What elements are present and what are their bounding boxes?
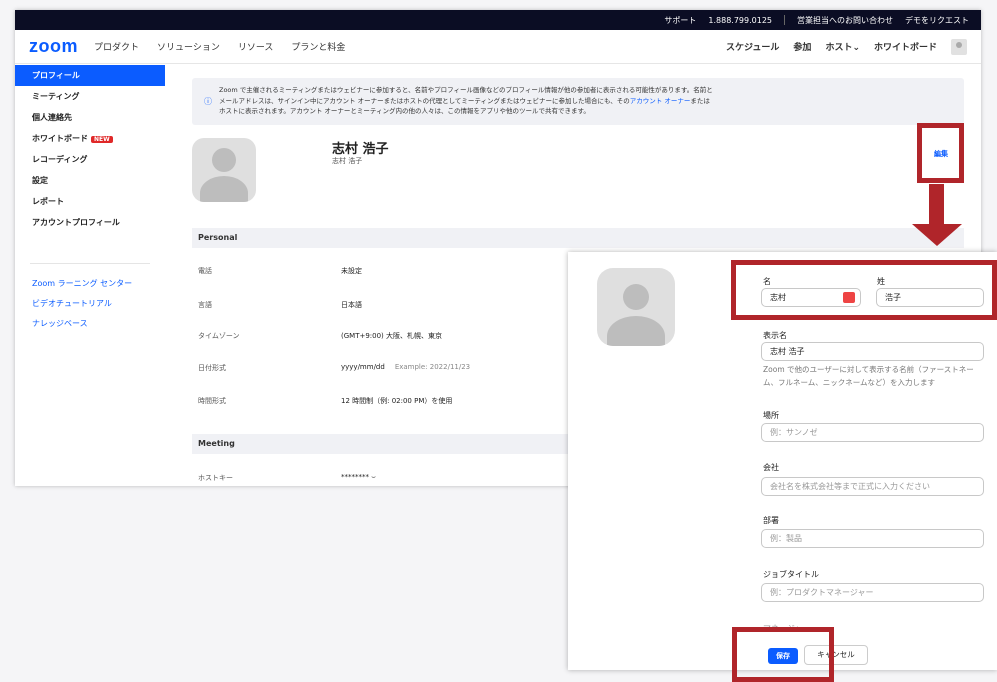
sidebar-item-meetings[interactable]: ミーティング	[15, 86, 165, 107]
row-value: yyyy/mm/dd Example: 2022/11/23	[341, 363, 470, 371]
row-value: 未設定	[341, 267, 362, 275]
nav-resources[interactable]: リソース	[238, 40, 274, 53]
nav-solutions[interactable]: ソリューション	[157, 40, 220, 53]
sidebar-item-reports[interactable]: レポート	[15, 191, 165, 212]
location-label: 場所	[763, 411, 779, 420]
info-icon: ⓘ	[204, 97, 212, 106]
row-label: タイムゾーン	[198, 332, 240, 340]
sidebar-item-label: ホワイトボード	[32, 134, 88, 143]
company-input[interactable]: 会社名を株式会社等まで正式に入力ください	[761, 477, 984, 496]
nav-join[interactable]: 参加	[793, 40, 811, 53]
name-fields-highlight-box	[731, 260, 997, 320]
notice-line: メールアドレスは、サインイン中にアカウント オーナーまたはホストの代理としてミー…	[219, 96, 954, 107]
notice-text: メールアドレスは、サインイン中にアカウント オーナーまたはホストの代理としてミー…	[219, 96, 630, 105]
nav-pricing[interactable]: プランと料金	[291, 40, 345, 53]
sidebar: プロフィール ミーティング 個人連絡先 ホワイトボード NEW レコーディング 設…	[15, 65, 165, 486]
display-name-input[interactable]: 志村 浩子	[761, 342, 984, 361]
user-avatar-icon[interactable]	[951, 38, 967, 55]
profile-avatar[interactable]	[192, 138, 256, 202]
new-badge: NEW	[91, 136, 113, 143]
privacy-notice: ⓘ Zoom で主催されるミーティングまたはウェビナーに参加すると、名前やプロフ…	[192, 78, 964, 125]
nav-host[interactable]: ホスト⌄	[825, 40, 860, 53]
profile-display-name: 志村 浩子	[332, 157, 363, 165]
department-label: 部署	[763, 516, 779, 525]
notice-line: Zoom で主催されるミーティングまたはウェビナーに参加すると、名前やプロフィー…	[219, 86, 713, 94]
profile-name: 志村 浩子	[332, 142, 389, 157]
display-name-help: Zoom で他のユーザーに対して表示する名前（ファーストネーム、フルネーム、ニッ…	[763, 365, 974, 387]
row-label: 電話	[198, 267, 212, 275]
sidebar-item-profile[interactable]: プロフィール	[15, 65, 165, 86]
edit-highlight-box	[917, 123, 964, 183]
divider	[30, 263, 150, 264]
row-value: (GMT+9:00) 大阪、札幌、東京	[341, 332, 443, 340]
divider	[784, 15, 785, 25]
knowledge-base-link[interactable]: ナレッジベース	[15, 314, 165, 334]
notice-line: ホストに表示されます。アカウント オーナーとミーティング内の他の人々は、この情報…	[219, 107, 590, 115]
host-key-value[interactable]: ******** ⌣	[341, 473, 376, 482]
sidebar-item-settings[interactable]: 設定	[15, 170, 165, 191]
department-input[interactable]: 例：製品	[761, 529, 984, 548]
nav-schedule[interactable]: スケジュール	[726, 40, 779, 53]
personal-section-header: Personal	[192, 228, 964, 248]
profile-main: ⓘ Zoom で主催されるミーティングまたはウェビナーに参加すると、名前やプロフ…	[192, 78, 964, 225]
avatar-body-shape	[200, 176, 248, 202]
sidebar-item-whiteboards[interactable]: ホワイトボード NEW	[15, 128, 165, 149]
avatar-head-shape	[623, 284, 649, 310]
job-title-label: ジョブタイトル	[763, 570, 819, 579]
company-label: 会社	[763, 463, 779, 472]
sidebar-item-contacts[interactable]: 個人連絡先	[15, 107, 165, 128]
row-value: 12 時間制（例: 02:00 PM）を使用	[341, 397, 453, 405]
notice-text: または	[690, 96, 710, 105]
top-utility-bar: サポート 1.888.799.0125 営業担当へのお問い合わせ デモをリクエス…	[15, 10, 981, 30]
sidebar-item-account-profile[interactable]: アカウントプロフィール	[15, 212, 165, 233]
nav-right-group: スケジュール 参加 ホスト⌄ ホワイトボード	[726, 38, 967, 55]
support-link[interactable]: サポート	[664, 15, 696, 26]
phone-number[interactable]: 1.888.799.0125	[708, 16, 772, 25]
avatar-body-shape	[607, 316, 665, 346]
contact-sales-link[interactable]: 営業担当へのお問い合わせ	[797, 15, 893, 26]
video-tutorials-link[interactable]: ビデオチュートリアル	[15, 294, 165, 314]
nav-whiteboard[interactable]: ホワイトボード	[874, 40, 937, 53]
row-value: 日本語	[341, 301, 362, 309]
save-highlight-box	[732, 627, 834, 682]
request-demo-link[interactable]: デモをリクエスト	[905, 15, 969, 26]
main-navbar: zoom プロダクト ソリューション リソース プランと料金 スケジュール 参加…	[15, 30, 981, 64]
job-title-input[interactable]: 例：プロダクトマネージャー	[761, 583, 984, 602]
location-input[interactable]: 例：サンノゼ	[761, 423, 984, 442]
sidebar-item-recordings[interactable]: レコーディング	[15, 149, 165, 170]
date-format-example: Example: 2022/11/23	[394, 363, 471, 371]
nav-products[interactable]: プロダクト	[94, 40, 139, 53]
row-label: 言語	[198, 301, 212, 309]
profile-header: 志村 浩子 志村 浩子 編集	[192, 125, 964, 225]
avatar-head-shape	[212, 148, 236, 172]
form-avatar[interactable]	[597, 268, 675, 346]
down-arrow-icon	[912, 224, 962, 246]
row-label: 日付形式	[198, 364, 226, 372]
display-name-label: 表示名	[763, 331, 787, 340]
arrow-shaft	[929, 184, 944, 224]
zoom-logo[interactable]: zoom	[29, 36, 78, 57]
date-format-value: yyyy/mm/dd	[341, 363, 385, 371]
learning-center-link[interactable]: Zoom ラーニング センター	[15, 274, 165, 294]
account-owner-link[interactable]: アカウント オーナー	[630, 97, 691, 105]
row-label: 時間形式	[198, 397, 226, 405]
row-label: ホストキー	[198, 474, 233, 482]
